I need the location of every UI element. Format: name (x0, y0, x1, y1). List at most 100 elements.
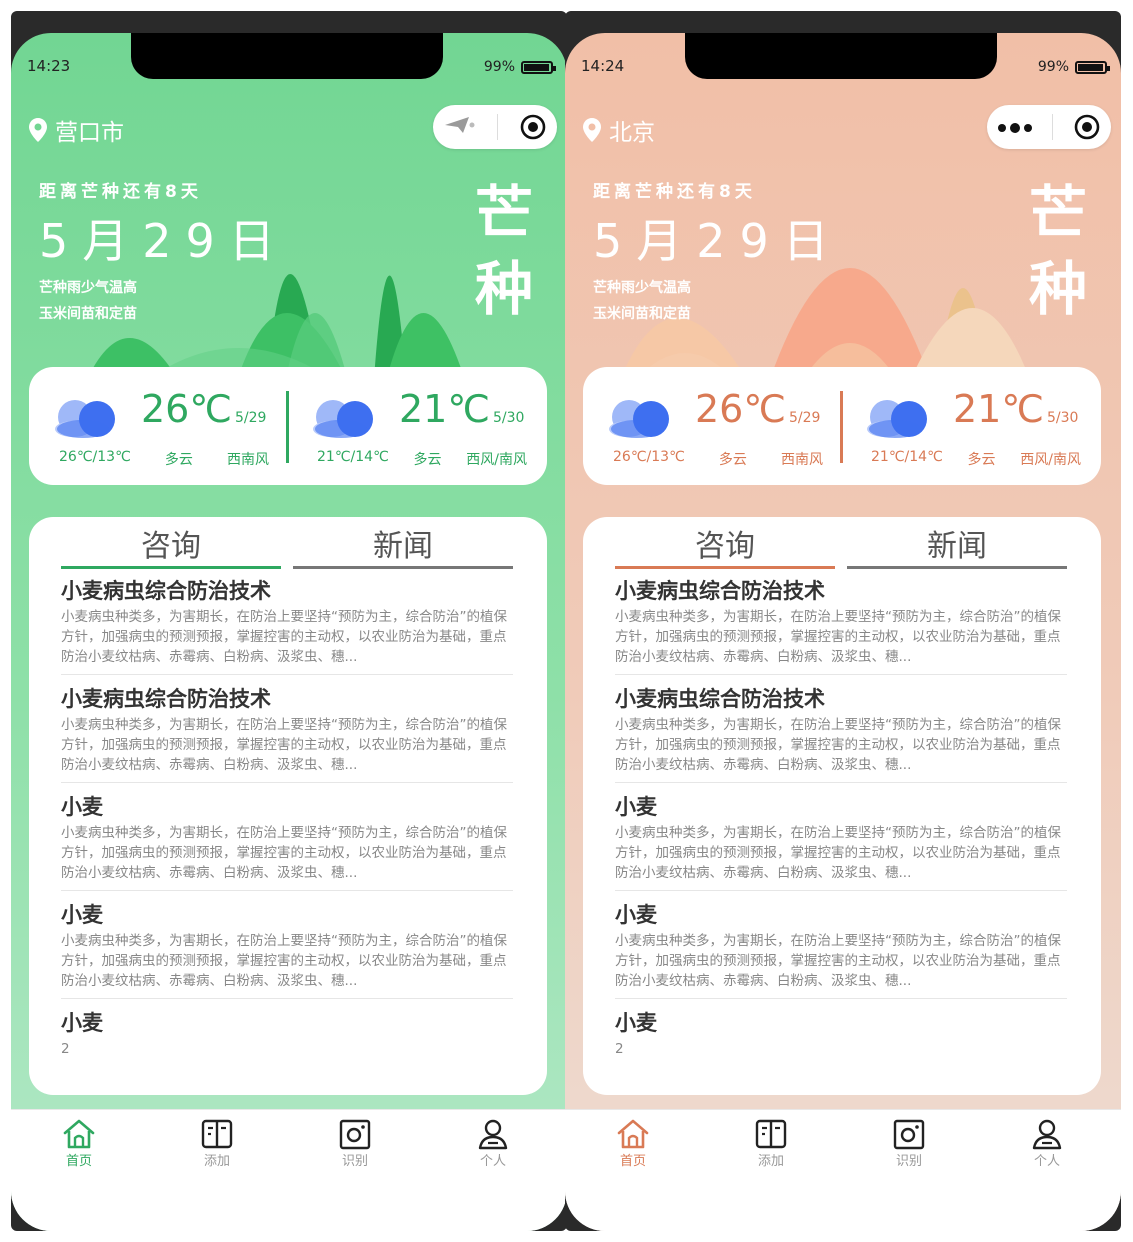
tabbar-item-identify[interactable]: 识别 (869, 1118, 949, 1169)
article-item[interactable]: 小麦 小麦病虫种类多，为害期长，在防治上要坚持“预防为主，综合防治”的植保方针，… (61, 791, 513, 891)
tabbar-item-home[interactable]: 首页 (39, 1118, 119, 1169)
bottom-tab-bar: 首页 添加 识别 个人 (565, 1109, 1121, 1231)
status-time: 14:24 (581, 57, 625, 75)
notch (685, 33, 997, 79)
tabbar-label: 首页 (65, 1154, 92, 1169)
tab-consult[interactable]: 咨询 (61, 521, 281, 569)
tab-consult[interactable]: 咨询 (615, 521, 835, 569)
weather-temp-range: 26℃/13℃ (613, 449, 685, 465)
tabbar-item-profile[interactable]: 个人 (453, 1118, 533, 1169)
weather-temp: 26℃ (695, 387, 787, 431)
weather-divider (840, 391, 843, 463)
proverb-line-1: 芒种雨少气温高 (593, 280, 691, 296)
weather-date: 5/30 (493, 410, 525, 426)
tabbar-item-identify[interactable]: 识别 (315, 1118, 395, 1169)
article-item[interactable]: 小麦病虫综合防治技术 小麦病虫种类多，为害期长，在防治上要坚持“预防为主，综合防… (615, 575, 1067, 675)
article-title: 小麦 (615, 903, 657, 927)
proverb-line-1: 芒种雨少气温高 (39, 280, 137, 296)
phone-screen: 14:24 99% 北京 距离芒种还有8天 5月29日 芒种雨少气温高 玉米间苗… (565, 33, 1121, 1231)
tab-news[interactable]: 新闻 (847, 521, 1067, 569)
tabbar-label: 首页 (619, 1154, 646, 1169)
solar-term-countdown: 距离芒种还有8天 (39, 182, 202, 202)
tabbar-label: 个人 (479, 1154, 506, 1169)
weather-card[interactable]: 26℃ 5/29 26℃/13℃ 多云 西南风 21℃ 5/30 21℃/14℃… (583, 367, 1101, 485)
cloudy-icon (313, 400, 373, 438)
article-summary: 小麦病虫种类多，为害期长，在防治上要坚持“预防为主，综合防治”的植保方针，加强病… (615, 825, 1061, 881)
weather-temp-range: 21℃/14℃ (317, 449, 389, 465)
article-item[interactable]: 小麦病虫综合防治技术 小麦病虫种类多，为害期长，在防治上要坚持“预防为主，综合防… (61, 575, 513, 675)
article-item[interactable]: 小麦 2 (615, 1007, 1067, 1095)
weather-date: 5/29 (235, 410, 267, 426)
weather-day-2: 21℃ 5/30 21℃/14℃ 多云 西风/南风 (851, 367, 1091, 485)
tab-consult-underline (615, 566, 835, 569)
status-time: 14:23 (27, 57, 71, 75)
article-summary: 小麦病虫种类多，为害期长，在防治上要坚持“预防为主，综合防治”的植保方针，加强病… (615, 933, 1061, 989)
battery-percent: 99% (483, 59, 515, 75)
tabbar-item-add[interactable]: 添加 (177, 1118, 257, 1169)
location-selector[interactable]: 北京 (583, 113, 655, 147)
news-card: 咨询 新闻 小麦病虫综合防治技术 小麦病虫种类多，为害期长，在防治上要坚持“预防… (29, 517, 547, 1095)
cloudy-icon (867, 400, 927, 438)
weather-wind: 西风/南风 (1020, 452, 1081, 468)
article-summary: 小麦病虫种类多，为害期长，在防治上要坚持“预防为主，综合防治”的植保方针，加强病… (61, 609, 507, 665)
tab-consult-label: 咨询 (141, 529, 201, 564)
article-item[interactable]: 小麦病虫综合防治技术 小麦病虫种类多，为害期长，在防治上要坚持“预防为主，综合防… (61, 683, 513, 783)
weather-condition: 多云 (718, 452, 747, 468)
weather-card[interactable]: 26℃ 5/29 26℃/13℃ 多云 西南风 21℃ 5/30 21℃/14℃… (29, 367, 547, 485)
proverb-line-2: 玉米间苗和定苗 (39, 306, 137, 322)
tabbar-item-home[interactable]: 首页 (593, 1118, 673, 1169)
article-item[interactable]: 小麦 小麦病虫种类多，为害期长，在防治上要坚持“预防为主，综合防治”的植保方针，… (615, 899, 1067, 999)
article-summary: 小麦病虫种类多，为害期长，在防治上要坚持“预防为主，综合防治”的植保方针，加强病… (61, 717, 507, 773)
weather-condition: 多云 (413, 452, 442, 468)
book-icon (177, 1118, 257, 1150)
camera-icon (315, 1118, 395, 1150)
tabbar-label: 识别 (341, 1154, 368, 1169)
news-tabs: 咨询 新闻 (61, 521, 513, 569)
weather-wind: 西南风 (780, 452, 823, 468)
close-circle-icon[interactable] (519, 113, 547, 141)
article-item[interactable]: 小麦 2 (61, 1007, 513, 1095)
tabbar-item-add[interactable]: 添加 (731, 1118, 811, 1169)
user-icon (453, 1118, 533, 1150)
weather-date: 5/29 (789, 410, 821, 426)
weather-temp: 21℃ (399, 387, 491, 431)
capsule-divider (497, 114, 499, 140)
weather-day-1: 26℃ 5/29 26℃/13℃ 多云 西南风 (593, 367, 833, 485)
location-pin-icon (583, 118, 601, 142)
tabbar-label: 识别 (895, 1154, 922, 1169)
send-location-icon[interactable] (443, 115, 477, 139)
tab-consult-underline (61, 566, 281, 569)
article-title: 小麦病虫综合防治技术 (61, 579, 271, 603)
tabbar-item-profile[interactable]: 个人 (1007, 1118, 1087, 1169)
tab-news-label: 新闻 (927, 529, 987, 564)
user-icon (1007, 1118, 1087, 1150)
solar-term-title: 芒种 (474, 179, 533, 323)
article-title: 小麦 (61, 795, 103, 819)
tabbar-label: 添加 (757, 1154, 784, 1169)
tabbar-label: 添加 (203, 1154, 230, 1169)
article-list: 小麦病虫综合防治技术 小麦病虫种类多，为害期长，在防治上要坚持“预防为主，综合防… (61, 575, 513, 1095)
article-item[interactable]: 小麦病虫综合防治技术 小麦病虫种类多，为害期长，在防治上要坚持“预防为主，综合防… (615, 683, 1067, 783)
weather-wind: 西风/南风 (466, 452, 527, 468)
article-item[interactable]: 小麦 小麦病虫种类多，为害期长，在防治上要坚持“预防为主，综合防治”的植保方针，… (61, 899, 513, 999)
mini-program-capsule (987, 105, 1111, 149)
article-title: 小麦 (615, 1011, 657, 1035)
location-selector[interactable]: 营口市 (29, 113, 124, 147)
solar-term-countdown: 距离芒种还有8天 (593, 182, 756, 202)
more-dots-icon[interactable] (997, 118, 1033, 137)
article-summary: 2 (615, 1041, 624, 1057)
weather-divider (286, 391, 289, 463)
weather-day-1: 26℃ 5/29 26℃/13℃ 多云 西南风 (39, 367, 279, 485)
solar-term-title: 芒种 (1028, 179, 1087, 323)
battery-status: 99% (483, 59, 556, 75)
weather-condition: 多云 (164, 452, 193, 468)
tabbar-label: 个人 (1033, 1154, 1060, 1169)
article-title: 小麦 (61, 1011, 103, 1035)
weather-day-2: 21℃ 5/30 21℃/14℃ 多云 西风/南风 (297, 367, 537, 485)
close-circle-icon[interactable] (1073, 113, 1101, 141)
tab-news[interactable]: 新闻 (293, 521, 513, 569)
article-list: 小麦病虫综合防治技术 小麦病虫种类多，为害期长，在防治上要坚持“预防为主，综合防… (615, 575, 1067, 1095)
article-title: 小麦病虫综合防治技术 (61, 687, 271, 711)
article-item[interactable]: 小麦 小麦病虫种类多，为害期长，在防治上要坚持“预防为主，综合防治”的植保方针，… (615, 791, 1067, 891)
capsule-divider (1052, 114, 1054, 140)
